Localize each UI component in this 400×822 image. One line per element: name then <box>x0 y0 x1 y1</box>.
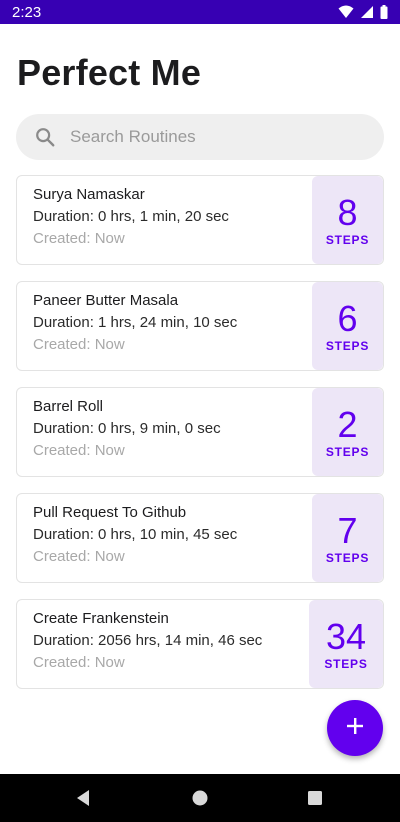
routine-duration: Duration: 0 hrs, 1 min, 20 sec <box>33 208 229 225</box>
routine-duration: Duration: 0 hrs, 10 min, 45 sec <box>33 526 238 543</box>
status-bar: 2:23 <box>0 0 400 24</box>
routine-info: Pull Request To Github Duration: 0 hrs, … <box>33 503 237 567</box>
navigation-bar <box>0 774 400 822</box>
battery-icon <box>380 5 388 19</box>
steps-badge: 6 STEPS <box>312 282 383 370</box>
steps-badge: 7 STEPS <box>312 494 383 582</box>
routine-duration: Duration: 0 hrs, 9 min, 0 sec <box>33 420 221 437</box>
steps-label: STEPS <box>324 657 368 671</box>
add-routine-button[interactable] <box>327 700 383 756</box>
routine-info: Create Frankenstein Duration: 2056 hrs, … <box>33 609 262 673</box>
search-bar[interactable] <box>16 114 384 160</box>
routine-card[interactable]: Create Frankenstein Duration: 2056 hrs, … <box>16 599 384 689</box>
steps-label: STEPS <box>325 233 370 247</box>
routine-name: Paneer Butter Masala <box>33 292 179 309</box>
recents-icon[interactable] <box>305 788 325 808</box>
page-title: Perfect Me <box>17 52 202 93</box>
routine-created: Created: Now <box>33 230 125 247</box>
steps-badge: 2 STEPS <box>312 388 383 476</box>
back-icon[interactable] <box>73 788 93 808</box>
search-icon <box>34 126 56 148</box>
steps-count: 7 <box>337 510 358 551</box>
routine-info: Paneer Butter Masala Duration: 1 hrs, 24… <box>33 291 237 355</box>
routine-name: Surya Namaskar <box>33 186 145 203</box>
home-icon[interactable] <box>190 788 210 808</box>
routine-card[interactable]: Surya Namaskar Duration: 0 hrs, 1 min, 2… <box>16 175 384 265</box>
routine-created: Created: Now <box>33 548 125 565</box>
steps-count: 34 <box>325 616 367 657</box>
status-time: 2:23 <box>12 3 42 21</box>
steps-count: 2 <box>337 404 358 445</box>
routine-duration: Duration: 2056 hrs, 14 min, 46 sec <box>33 632 263 649</box>
steps-label: STEPS <box>325 551 370 565</box>
routine-info: Surya Namaskar Duration: 0 hrs, 1 min, 2… <box>33 185 229 249</box>
steps-badge: 8 STEPS <box>312 176 383 264</box>
routine-created: Created: Now <box>33 654 125 671</box>
routine-card[interactable]: Barrel Roll Duration: 0 hrs, 9 min, 0 se… <box>16 387 384 477</box>
routine-created: Created: Now <box>33 442 125 459</box>
routine-list: Surya Namaskar Duration: 0 hrs, 1 min, 2… <box>16 175 384 705</box>
plus-icon <box>346 717 364 740</box>
steps-count: 8 <box>337 192 358 233</box>
routine-info: Barrel Roll Duration: 0 hrs, 9 min, 0 se… <box>33 397 221 461</box>
steps-label: STEPS <box>325 445 370 459</box>
routine-name: Create Frankenstein <box>33 610 169 627</box>
routine-name: Pull Request To Github <box>33 504 187 521</box>
routine-card[interactable]: Paneer Butter Masala Duration: 1 hrs, 24… <box>16 281 384 371</box>
status-icons <box>338 5 388 19</box>
routine-created: Created: Now <box>33 336 125 353</box>
steps-label: STEPS <box>325 339 370 353</box>
routine-duration: Duration: 1 hrs, 24 min, 10 sec <box>33 314 238 331</box>
signal-icon <box>360 5 374 19</box>
wifi-icon <box>338 5 354 19</box>
search-input[interactable] <box>68 126 348 148</box>
routine-card[interactable]: Pull Request To Github Duration: 0 hrs, … <box>16 493 384 583</box>
routine-name: Barrel Roll <box>33 398 104 415</box>
steps-badge: 34 STEPS <box>309 600 383 688</box>
steps-count: 6 <box>337 298 358 339</box>
